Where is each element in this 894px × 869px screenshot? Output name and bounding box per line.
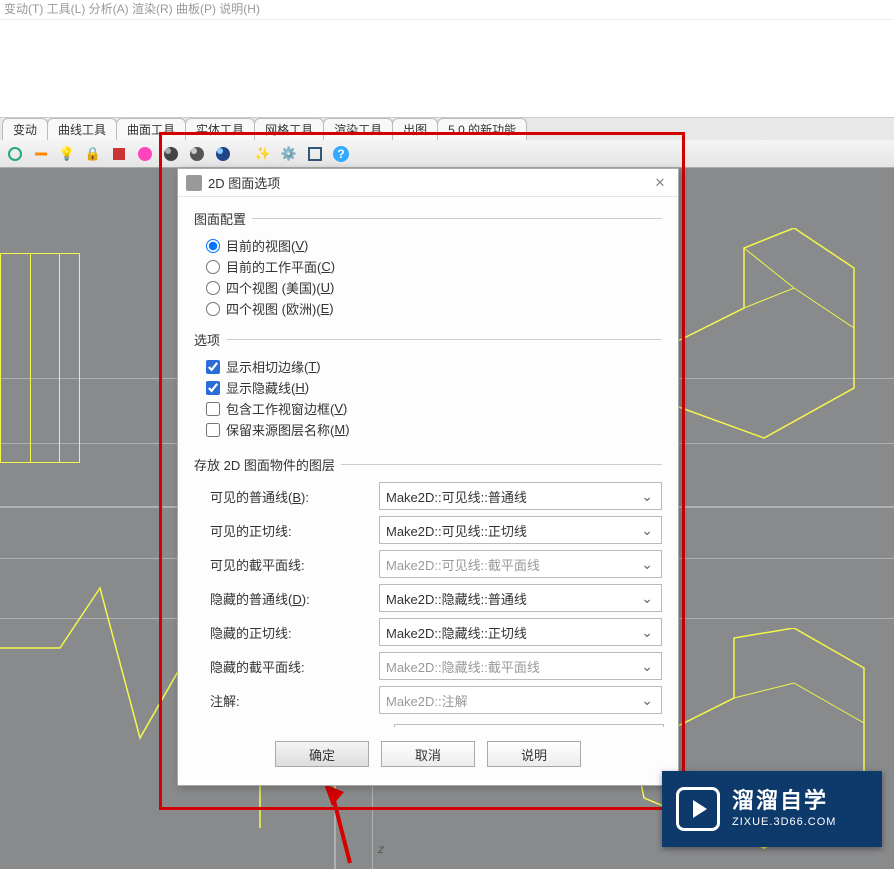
radio-current-cplane[interactable]: 目前的工作平面(C)	[206, 257, 662, 276]
check-hidden-lines-input[interactable]	[206, 381, 220, 395]
layer-select-hidden-normal[interactable]: Make2D::隐藏线::普通线	[379, 584, 662, 612]
tab-curve-tools[interactable]: 曲线工具	[47, 118, 117, 140]
layer-row-hidden-clipping: 隐藏的截平面线: Make2D::隐藏线::截平面线	[194, 652, 662, 680]
star-icon[interactable]: ✨	[252, 143, 274, 165]
dialog-body: 图面配置 目前的视图(V) 目前的工作平面(C) 四个视图 (美国)(U) 四个…	[178, 197, 678, 727]
layer-row-hidden-normal: 隐藏的普通线(D): Make2D::隐藏线::普通线	[194, 584, 662, 612]
check-keep-layer-names-input[interactable]	[206, 423, 220, 437]
crop-icon[interactable]	[304, 143, 326, 165]
sphere1-icon[interactable]	[160, 143, 182, 165]
refresh-icon[interactable]	[4, 143, 26, 165]
tab-drafting[interactable]: 出图	[392, 118, 438, 140]
cancel-button[interactable]: 取消	[381, 741, 475, 767]
tab-surface-tools[interactable]: 曲面工具	[116, 118, 186, 140]
watermark-url: ZIXUE.3D66.COM	[732, 816, 836, 828]
play-icon	[676, 787, 720, 831]
layer-label: 隐藏的普通线(D):	[194, 589, 369, 608]
check-hidden-lines[interactable]: 显示隐藏线(H)	[206, 378, 662, 397]
blank-area	[0, 20, 894, 118]
close-icon[interactable]: ✕	[650, 173, 670, 193]
tab-mesh-tools[interactable]: 网格工具	[254, 118, 324, 140]
make2d-dialog: 2D 图面选项 ✕ 图面配置 目前的视图(V) 目前的工作平面(C) 四个视图 …	[177, 168, 679, 786]
sphere2-icon[interactable]	[186, 143, 208, 165]
tab-bar: 变动 曲线工具 曲面工具 实体工具 网格工具 渲染工具 出图 5.0 的新功能	[0, 118, 894, 140]
layer-label: 隐藏的截平面线:	[194, 657, 369, 676]
layer-select-hidden-tangent[interactable]: Make2D::隐藏线::正切线	[379, 618, 662, 646]
layer-label: 可见的截平面线:	[194, 555, 369, 574]
radio-4view-eu[interactable]: 四个视图 (欧洲)(E)	[206, 299, 662, 318]
layer-row-hidden-tangent: 隐藏的正切线: Make2D::隐藏线::正切线	[194, 618, 662, 646]
check-viewport-frame[interactable]: 包含工作视窗边框(V)	[206, 399, 662, 418]
lock-icon[interactable]: 🔒	[82, 143, 104, 165]
svg-text:?: ?	[337, 147, 344, 161]
watermark-title: 溜溜自学	[732, 790, 836, 812]
layer-select-visible-normal[interactable]: Make2D::可见线::普通线	[379, 482, 662, 510]
layer-select-visible-tangent[interactable]: Make2D::可见线::正切线	[379, 516, 662, 544]
sphere3-icon[interactable]	[212, 143, 234, 165]
layer-select-visible-clipping[interactable]: Make2D::可见线::截平面线	[379, 550, 662, 578]
dialog-titlebar: 2D 图面选项 ✕	[178, 169, 678, 197]
dialog-icon	[186, 175, 202, 191]
check-viewport-frame-input[interactable]	[206, 402, 220, 416]
layer-row-annotation: 注解: Make2D::注解	[194, 686, 662, 714]
axis-z-label: z	[378, 842, 384, 856]
tab-v5-new[interactable]: 5.0 的新功能	[437, 118, 527, 140]
radio-4view-usa-input[interactable]	[206, 281, 220, 295]
layer-label: 隐藏的正切线:	[194, 623, 369, 642]
dialog-button-row: 确定 取消 说明	[178, 727, 678, 785]
radio-current-cplane-input[interactable]	[206, 260, 220, 274]
layer-select-annotation[interactable]: Make2D::注解	[379, 686, 662, 714]
tab-transform[interactable]: 变动	[2, 118, 48, 140]
ok-button[interactable]: 确定	[275, 741, 369, 767]
radio-4view-usa[interactable]: 四个视图 (美国)(U)	[206, 278, 662, 297]
group-options: 选项	[194, 330, 662, 349]
layer-label: 可见的正切线:	[194, 521, 369, 540]
paint-icon[interactable]	[108, 143, 130, 165]
color-wheel-icon[interactable]	[134, 143, 156, 165]
layer-row-visible-normal: 可见的普通线(B): Make2D::可见线::普通线	[194, 482, 662, 510]
dialog-title-text: 2D 图面选项	[208, 173, 280, 192]
radio-current-view-input[interactable]	[206, 239, 220, 253]
tab-render-tools[interactable]: 渲染工具	[323, 118, 393, 140]
layer-label: 可见的普通线(B):	[194, 487, 369, 506]
group-layers: 存放 2D 图面物件的图层	[194, 455, 662, 474]
radio-4view-eu-input[interactable]	[206, 302, 220, 316]
watermark: 溜溜自学 ZIXUE.3D66.COM	[662, 771, 882, 847]
gear-icon[interactable]: ⚙️	[278, 143, 300, 165]
toolbar: 💡 🔒 ✨ ⚙️ ?	[0, 140, 894, 168]
layer-row-visible-tangent: 可见的正切线: Make2D::可见线::正切线	[194, 516, 662, 544]
menu-bar: 变动(T) 工具(L) 分析(A) 渲染(R) 曲板(P) 说明(H)	[0, 0, 894, 20]
group-drawing-config: 图面配置	[194, 209, 662, 228]
check-tangent-edges-input[interactable]	[206, 360, 220, 374]
check-tangent-edges[interactable]: 显示相切边缘(T)	[206, 357, 662, 376]
help-icon[interactable]: ?	[330, 143, 352, 165]
lightbulb-icon[interactable]: 💡	[56, 143, 78, 165]
layer-label: 注解:	[194, 691, 369, 710]
tab-solid-tools[interactable]: 实体工具	[185, 118, 255, 140]
link-icon[interactable]	[30, 143, 52, 165]
layer-row-visible-clipping: 可见的截平面线: Make2D::可见线::截平面线	[194, 550, 662, 578]
layer-select-hidden-clipping[interactable]: Make2D::隐藏线::截平面线	[379, 652, 662, 680]
help-button[interactable]: 说明	[487, 741, 581, 767]
check-keep-layer-names[interactable]: 保留来源图层名称(M)	[206, 420, 662, 439]
radio-current-view[interactable]: 目前的视图(V)	[206, 236, 662, 255]
